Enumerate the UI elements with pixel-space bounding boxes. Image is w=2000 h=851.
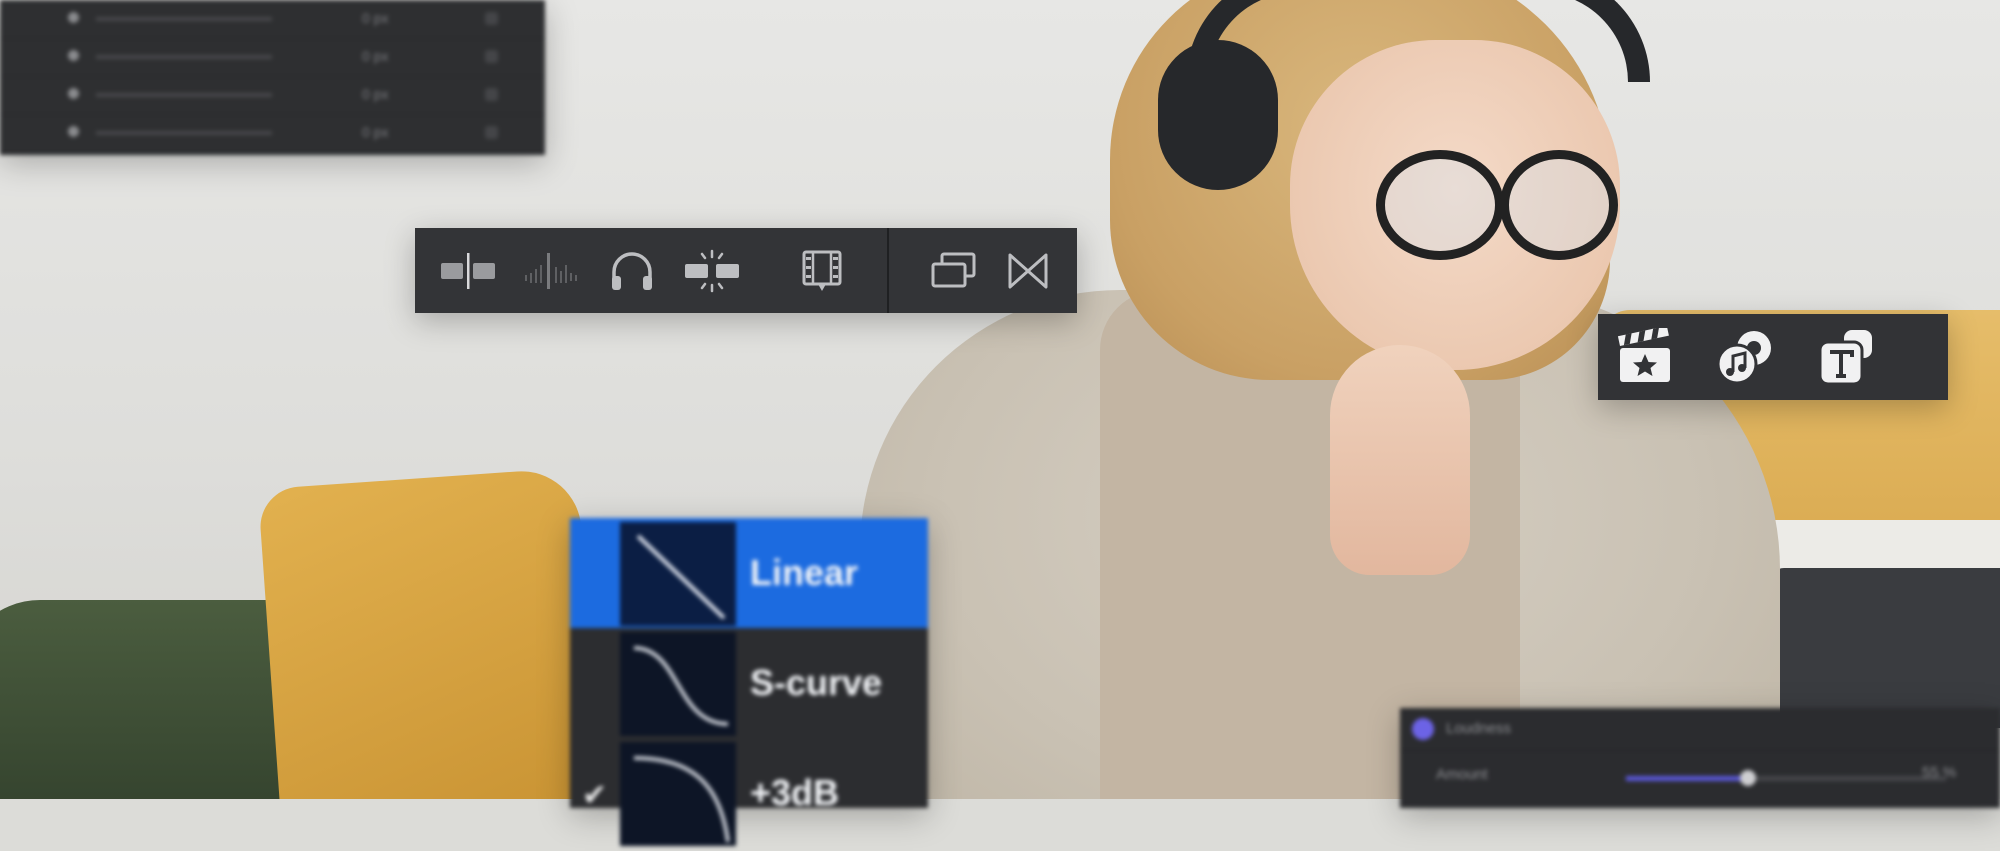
amount-slider-knob[interactable]: [1739, 770, 1756, 786]
visibility-icon[interactable]: [68, 126, 79, 137]
titles-icon: [1818, 330, 1872, 386]
visibility-icon[interactable]: [68, 88, 79, 99]
person-hand: [1330, 345, 1470, 575]
film-marker-icon: [802, 250, 842, 291]
amount-slider-fill: [1626, 776, 1748, 781]
linear-curve-icon: [620, 522, 736, 626]
glasses-right-lens: [1500, 150, 1618, 260]
s-curve-icon: [620, 632, 736, 736]
laptop: [1770, 568, 2000, 728]
headphones-icon: [612, 251, 652, 290]
curve-option-label: Linear: [750, 552, 859, 593]
audio-waveform-icon: [525, 252, 577, 289]
layer-row[interactable]: 0 px: [0, 0, 545, 39]
titles-button[interactable]: [1810, 314, 1884, 400]
layer-row[interactable]: 0 px: [0, 114, 545, 153]
amount-label: Amount: [1436, 766, 1488, 783]
opacity-slider[interactable]: [96, 17, 272, 21]
checkmark-icon: ✔: [582, 779, 608, 812]
favorite-clapboard-icon: [1617, 328, 1670, 382]
visibility-icon[interactable]: [68, 12, 79, 23]
audio-waveform-button[interactable]: [518, 228, 584, 313]
opacity-slider[interactable]: [96, 93, 272, 97]
amount-slider[interactable]: [1626, 770, 1946, 786]
inspector-header[interactable]: Loudness: [1400, 708, 2000, 751]
favorites-button[interactable]: [1608, 314, 1682, 400]
edit-toolbar: [415, 228, 1077, 313]
toolbar-divider: [887, 228, 889, 313]
layer-row[interactable]: 0 px: [0, 76, 545, 115]
opacity-slider[interactable]: [96, 55, 272, 59]
lock-icon[interactable]: [485, 50, 498, 63]
ripple-split-icon: [685, 249, 739, 292]
visibility-icon[interactable]: [68, 50, 79, 61]
ripple-split-button[interactable]: [679, 228, 745, 313]
lock-icon[interactable]: [485, 88, 498, 101]
music-photos-button[interactable]: [1708, 314, 1782, 400]
offset-value: 0 px: [362, 48, 389, 64]
overlay-clip-icon: [931, 252, 976, 287]
transition-bowtie-icon: [1008, 253, 1048, 288]
loudness-inspector: Loudness Amount 55 %: [1400, 708, 2000, 808]
music-photo-icon: [1716, 331, 1771, 385]
glasses-left-lens: [1376, 150, 1504, 260]
film-marker-button[interactable]: [789, 228, 855, 313]
headphones-button[interactable]: [599, 228, 665, 313]
yellow-pillow: [257, 467, 603, 799]
lock-icon[interactable]: [485, 12, 498, 25]
headphone-cup: [1158, 40, 1278, 190]
inspector-title: Loudness: [1446, 720, 1512, 737]
split-clip-icon: [441, 252, 495, 289]
opacity-slider[interactable]: [96, 131, 272, 135]
amount-value: 55 %: [1922, 764, 1957, 781]
media-browser-toolbar: [1598, 314, 1948, 400]
layer-row[interactable]: 0 px: [0, 38, 545, 77]
split-clip-button[interactable]: [435, 228, 501, 313]
fade-curve-menu: Linear S-curve ✔ +3dB: [570, 518, 928, 846]
curve-option-label: S-curve: [750, 662, 883, 703]
transition-button[interactable]: [995, 228, 1061, 313]
curve-option-plus-3db[interactable]: ✔ +3dB: [570, 738, 928, 848]
lock-icon[interactable]: [485, 126, 498, 139]
plus-3db-curve-icon: [620, 742, 736, 846]
offset-value: 0 px: [362, 124, 389, 140]
curve-option-label: +3dB: [750, 772, 840, 813]
layer-list-panel: 0 px 0 px 0 px 0 px: [0, 0, 545, 155]
offset-value: 0 px: [362, 10, 389, 26]
offset-value: 0 px: [362, 86, 389, 102]
loudness-icon: [1412, 718, 1434, 740]
curve-option-s-curve[interactable]: S-curve: [570, 628, 928, 738]
curve-option-linear[interactable]: Linear: [570, 518, 928, 628]
overlay-clip-button[interactable]: [921, 228, 987, 313]
